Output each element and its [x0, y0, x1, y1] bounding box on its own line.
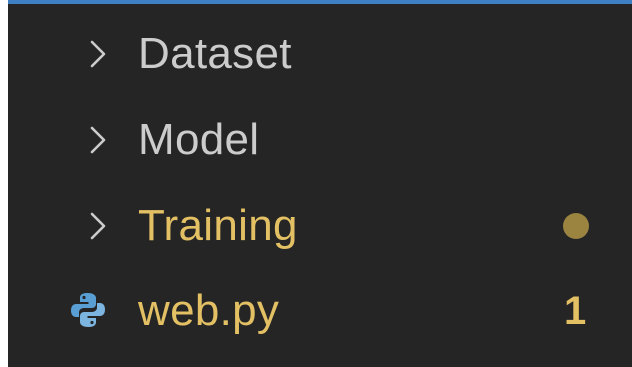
tree-item-model-folder[interactable]: Model	[8, 97, 632, 183]
folder-label: Training	[138, 201, 298, 250]
chevron-right-icon	[82, 39, 112, 69]
python-file-icon	[68, 290, 108, 330]
tree-item-dataset-folder[interactable]: Dataset	[8, 11, 632, 97]
chevron-right-icon	[82, 211, 112, 241]
folder-label: Model	[138, 115, 260, 164]
problem-count-badge: 1	[564, 289, 587, 333]
tree-item-training-folder[interactable]: Training	[8, 183, 632, 269]
tree-item-web-py-file[interactable]: web.py 1	[8, 268, 632, 354]
folder-label: Dataset	[138, 29, 292, 78]
file-explorer-tree: Dataset Model Training web.py 1	[8, 0, 632, 367]
file-label: web.py	[138, 286, 280, 335]
focus-border	[8, 0, 632, 4]
chevron-right-icon	[82, 125, 112, 155]
modified-dot-indicator	[563, 213, 589, 239]
